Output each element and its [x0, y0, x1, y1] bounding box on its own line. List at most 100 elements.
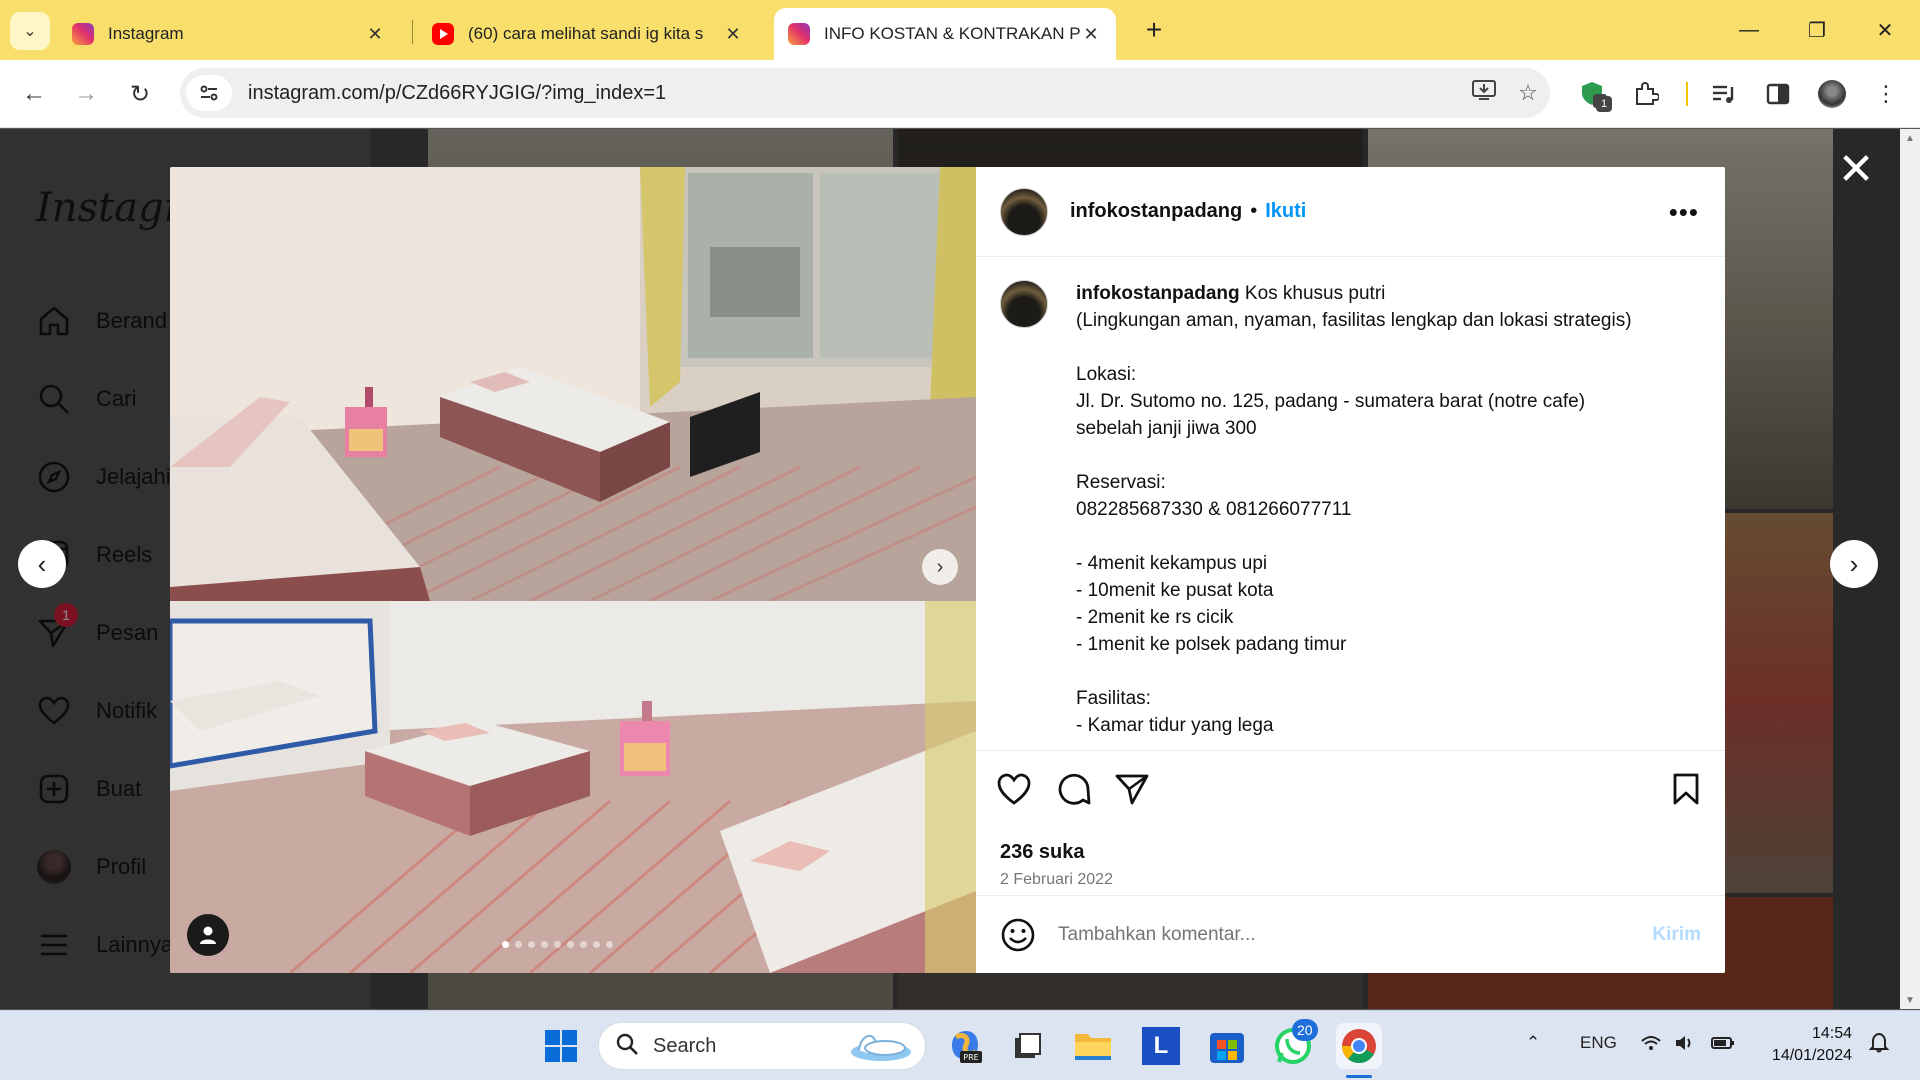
room-photo-top: [170, 167, 976, 601]
instagram-icon: [72, 23, 94, 45]
close-tab-icon[interactable]: ✕: [722, 24, 744, 45]
close-modal-icon[interactable]: ✕: [1836, 145, 1876, 194]
media-controls-icon[interactable]: [1706, 76, 1742, 112]
task-view-icon[interactable]: [1004, 1023, 1050, 1069]
windows-start-icon[interactable]: [538, 1023, 584, 1069]
back-button[interactable]: ←: [16, 76, 52, 112]
avatar[interactable]: [1000, 280, 1048, 328]
room-photo-bottom: [170, 601, 976, 973]
previous-post-button[interactable]: ‹: [18, 540, 66, 588]
address-bar[interactable]: instagram.com/p/CZd66RYJGIG/?img_index=1…: [180, 68, 1550, 118]
share-icon[interactable]: [1112, 769, 1152, 809]
comment-icon[interactable]: [1054, 769, 1094, 809]
active-app-indicator: [1346, 1075, 1372, 1078]
taskbar-search-box[interactable]: Search: [598, 1022, 926, 1070]
extensions-puzzle-icon[interactable]: [1628, 76, 1664, 112]
tab-title: Instagram: [108, 24, 184, 43]
tab-title: INFO KOSTAN & KONTRAKAN P: [824, 24, 1080, 43]
reload-button[interactable]: ↻: [122, 76, 158, 112]
carousel-dot: [580, 941, 587, 948]
save-bookmark-icon[interactable]: [1666, 769, 1706, 809]
tab-divider: [412, 20, 413, 44]
new-tab-button[interactable]: +: [1138, 14, 1170, 46]
next-post-button[interactable]: ›: [1830, 540, 1878, 588]
carousel-dot: [593, 941, 600, 948]
wifi-icon[interactable]: [1640, 1033, 1662, 1058]
carousel-dot: [606, 941, 613, 948]
scroll-down-icon[interactable]: ▼: [1900, 991, 1920, 1009]
page-scrollbar[interactable]: ▲ ▼: [1900, 129, 1920, 1009]
post-username[interactable]: infokostanpadang: [1070, 200, 1242, 223]
restore-button[interactable]: ❐: [1792, 12, 1842, 48]
carousel-next-button[interactable]: ›: [922, 549, 958, 585]
forward-button[interactable]: →: [68, 76, 104, 112]
whatsapp-badge: 20: [1292, 1019, 1318, 1041]
search-icon: [615, 1032, 639, 1061]
file-explorer-icon[interactable]: [1070, 1023, 1116, 1069]
chrome-icon[interactable]: [1336, 1023, 1382, 1069]
clock-date: 14/01/2024: [1771, 1047, 1852, 1064]
toolbar-divider: [1686, 82, 1688, 106]
likes-count[interactable]: 236 suka: [1000, 841, 1085, 864]
close-tab-icon[interactable]: ✕: [1080, 24, 1102, 45]
tab-info-kostan[interactable]: INFO KOSTAN & KONTRAKAN P ✕: [774, 8, 1116, 60]
tab-title: (60) cara melihat sandi ig kita s: [468, 24, 704, 43]
emoji-icon[interactable]: [998, 915, 1038, 955]
search-highlight-swan-icon: [841, 1024, 915, 1069]
side-panel-icon[interactable]: [1760, 76, 1796, 112]
caption-first-line: Kos khusus putri: [1244, 283, 1386, 304]
extension-shield-icon[interactable]: 1: [1576, 76, 1613, 112]
follow-button[interactable]: Ikuti: [1265, 200, 1306, 223]
carousel-indicator: [502, 941, 613, 948]
profile-avatar[interactable]: [1814, 76, 1850, 112]
caption-username[interactable]: infokostanpadang: [1076, 283, 1240, 304]
caption-body: (Lingkungan aman, nyaman, fasilitas leng…: [1076, 310, 1632, 736]
close-tab-icon[interactable]: ✕: [364, 24, 386, 45]
tab-youtube[interactable]: (60) cara melihat sandi ig kita s ✕: [418, 8, 758, 60]
install-app-icon[interactable]: [1462, 79, 1506, 107]
carousel-dot: [528, 941, 535, 948]
more-options-icon[interactable]: •••: [1669, 197, 1699, 228]
site-info-icon[interactable]: [186, 75, 232, 111]
post-side-panel: infokostanpadang • Ikuti ••• infokostanp…: [976, 167, 1725, 973]
send-comment-button[interactable]: Kirim: [1652, 924, 1701, 946]
minimize-button[interactable]: —: [1724, 12, 1774, 48]
youtube-icon: [432, 23, 454, 45]
app-l-icon[interactable]: L: [1138, 1023, 1184, 1069]
comment-input[interactable]: [1058, 923, 1653, 946]
tagged-user-icon[interactable]: [187, 914, 229, 956]
post-media-carousel[interactable]: ›: [170, 167, 976, 973]
copilot-icon[interactable]: PRE: [942, 1023, 988, 1069]
carousel-dot: [515, 941, 522, 948]
tray-chevron-up-icon[interactable]: ⌃: [1526, 1033, 1540, 1053]
browser-tab-bar: ⌄ Instagram ✕ (60) cara melihat sandi ig…: [0, 0, 1920, 60]
comment-box: Kirim: [976, 895, 1725, 973]
microsoft-store-icon[interactable]: [1204, 1023, 1250, 1069]
like-heart-icon[interactable]: [994, 769, 1034, 809]
caption-text: infokostanpadang Kos khusus putri (Lingk…: [1076, 280, 1696, 739]
notification-bell-icon[interactable]: [1868, 1031, 1890, 1058]
volume-icon[interactable]: [1674, 1033, 1696, 1058]
tab-search-dropdown-button[interactable]: ⌄: [10, 12, 50, 50]
system-clock[interactable]: 14:54 14/01/2024: [1752, 1023, 1852, 1067]
tab-instagram[interactable]: Instagram ✕: [58, 8, 400, 60]
post-date: 2 Februari 2022: [1000, 871, 1113, 888]
avatar[interactable]: [1000, 187, 1048, 236]
whatsapp-icon[interactable]: 20: [1270, 1019, 1318, 1069]
browser-toolbar: ← → ↻ instagram.com/p/CZd66RYJGIG/?img_i…: [0, 60, 1920, 128]
extension-badge: 1: [1596, 96, 1613, 112]
instagram-icon: [788, 23, 810, 45]
language-indicator[interactable]: ENG: [1580, 1033, 1617, 1053]
page-content: Instagram Berand Cari Jelajahi Reels 1 P…: [0, 129, 1920, 1009]
close-window-button[interactable]: ✕: [1860, 12, 1910, 48]
scroll-up-icon[interactable]: ▲: [1900, 129, 1920, 147]
browser-menu-icon[interactable]: ⋮: [1868, 76, 1904, 112]
windows-taskbar: Search PRE L 20 ⌃ ENG 14:54 14/01/2024: [0, 1010, 1920, 1080]
battery-icon[interactable]: [1710, 1033, 1736, 1058]
bookmark-star-icon[interactable]: ☆: [1506, 80, 1550, 106]
carousel-dot: [502, 941, 509, 948]
carousel-dot: [554, 941, 561, 948]
separator-dot: •: [1250, 200, 1258, 222]
svg-text:PRE: PRE: [963, 1053, 978, 1062]
carousel-dot: [541, 941, 548, 948]
